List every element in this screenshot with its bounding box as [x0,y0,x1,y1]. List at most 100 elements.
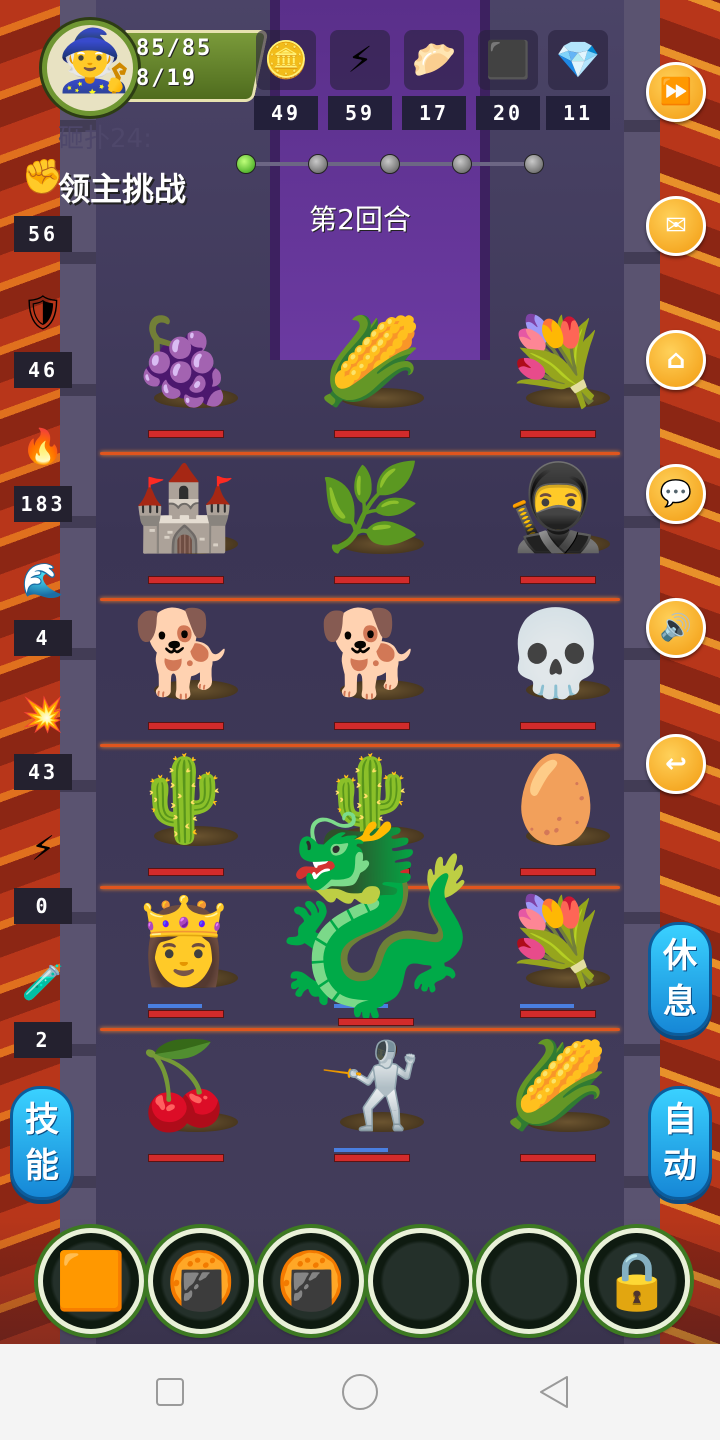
home-button[interactable]: ⌂ [646,330,706,390]
unit-hp-bar [520,868,596,876]
boss-challenge-title: 领主挑战 [58,170,187,208]
blue-egg[interactable]: 🥚 [504,744,610,876]
game-screen: 🧙 85/85 8/19 🪙 49 ⚡ 59 🥟 17 ⬛ 20 💎 11 砸扑24: 领主挑战 … [0,0,720,1344]
stat-value: 4 [14,620,72,656]
dumpling-icon: 🥟 [404,30,464,90]
skill-label-2: 能 [25,1146,59,1186]
fast-forward-icon: ⏩ [659,77,693,107]
corn-plant-sprite: 🌽 [503,1036,609,1134]
fluffy-dog-sprite: 🐕 [131,604,237,702]
unit-hp-bar [334,1154,410,1162]
round-progress-node [236,154,256,174]
grape-plant[interactable]: 🍇 [132,306,238,438]
back-nav-button[interactable] [534,1372,574,1412]
item-slot[interactable]: 🍘 [258,1228,364,1334]
item-slot[interactable] [368,1228,474,1334]
recent-apps-button[interactable] [150,1372,190,1412]
skill-button[interactable]: 技 能 [10,1086,74,1200]
wizard-avatar-icon[interactable]: 🧙 [42,20,138,116]
stat-value: 46 [14,352,72,388]
stat-item: 🔥 183 [14,422,72,532]
corn-plant[interactable]: 🌽 [317,306,424,438]
blonde-swordsman-sprite: 🤺 [317,1036,423,1134]
dragon-hp-bar [338,1018,414,1026]
energy-bolt-icon: ⚡ [330,30,390,90]
violet-flower-sprite: 💐 [503,312,609,410]
home-nav-button[interactable] [340,1372,380,1412]
stat-item: 🛡 46 [14,288,72,398]
round-progress-node [452,154,472,174]
resource-item[interactable]: 🪙 49 [254,30,318,134]
brown-dragon-boss[interactable]: 🐉 [250,808,500,1022]
unit-hp-bar [334,722,410,730]
fire-burst-icon: 💥 [21,695,65,735]
crowned-princess[interactable]: 👸 [132,886,238,1018]
item-slot[interactable] [476,1228,582,1334]
round-label: 第2回合 [309,203,411,236]
unit-mp-bar [334,1148,388,1152]
fluffy-dog-sprite: 🐕 [317,604,423,702]
item-slot[interactable]: 🔒 [584,1228,690,1334]
skeleton-hammer[interactable]: 💀 [503,598,610,730]
silver-hair-swordsman[interactable]: 🥷 [504,452,610,584]
return-button[interactable]: ↩ [646,734,706,794]
fluffy-dog[interactable]: 🐕 [131,598,238,730]
unit-hp-bar [520,430,596,438]
red-berry-bush[interactable]: 🍒 [131,1030,238,1162]
crystal-gem-icon: 💎 [548,30,608,90]
lightning-rune-icon: ⚡ [31,829,55,869]
fluffy-dog[interactable]: 🐕 [317,598,424,730]
chat-button[interactable]: 💬 [646,464,706,524]
unit-hp-bar [148,1010,224,1018]
corn-plant-sprite: 🌽 [317,312,423,410]
resource-item[interactable]: ⬛ 20 [476,30,540,134]
item-slot[interactable]: 🟧 [38,1228,144,1334]
rest-button[interactable]: 休 息 [648,922,712,1036]
stone-tower[interactable]: 🏰 [131,452,238,584]
skeleton-hammer-sprite: 💀 [503,604,609,702]
unit-hp-bar [520,1154,596,1162]
padlock-icon: 🔒 [602,1249,672,1314]
home-circle-icon [342,1374,378,1410]
resource-value: 20 [476,96,540,130]
corn-plant[interactable]: 🌽 [503,1030,610,1162]
gold-bar-icon: 🟧 [56,1249,126,1314]
mail-button[interactable]: ✉ [646,196,706,256]
resource-value: 49 [254,96,318,130]
recent-apps-icon [156,1378,184,1406]
stone-tower-sprite: 🏰 [131,458,237,556]
unit-hp-bar [520,1010,596,1018]
player-level: 8/19 [136,66,197,91]
resource-item[interactable]: 💎 11 [546,30,610,134]
stat-item: ⚡ 0 [14,824,72,934]
unit-hp-bar [148,722,224,730]
unit-mp-bar [148,1004,202,1008]
resource-value: 59 [328,96,392,130]
stat-item: 💥 43 [14,690,72,800]
unit-hp-bar [148,576,224,584]
stat-value: 43 [14,754,72,790]
violet-flower[interactable]: 💐 [504,886,610,1018]
green-sprout-sprite: 🌿 [317,458,423,556]
chat-icon: 💬 [659,479,693,509]
violet-flower[interactable]: 💐 [503,306,610,438]
unit-hp-bar [334,576,410,584]
shield-defense-icon: 🛡 [21,293,65,333]
green-sprout[interactable]: 🌿 [317,452,424,584]
cracker-biscuit-icon: 🍘 [166,1249,236,1314]
red-berry-bush-sprite: 🍒 [131,1036,237,1134]
sound-button[interactable]: 🔊 [646,598,706,658]
resource-item[interactable]: ⚡ 59 [328,30,392,134]
auto-button[interactable]: 自 动 [648,1086,712,1200]
fast-forward-button[interactable]: ⏩ [646,62,706,122]
blonde-swordsman[interactable]: 🤺 [317,1030,424,1162]
gold-coin-icon: 🪙 [256,30,316,90]
resource-value: 17 [402,96,466,130]
unit-hp-bar [148,1154,224,1162]
round-progress-node [524,154,544,174]
stat-item: ✊ 56 [14,152,72,262]
item-slot[interactable]: 🍘 [148,1228,254,1334]
resource-item[interactable]: 🥟 17 [402,30,466,134]
rest-label-1: 休 [663,936,697,976]
thorn-vine[interactable]: 🌵 [132,744,238,876]
